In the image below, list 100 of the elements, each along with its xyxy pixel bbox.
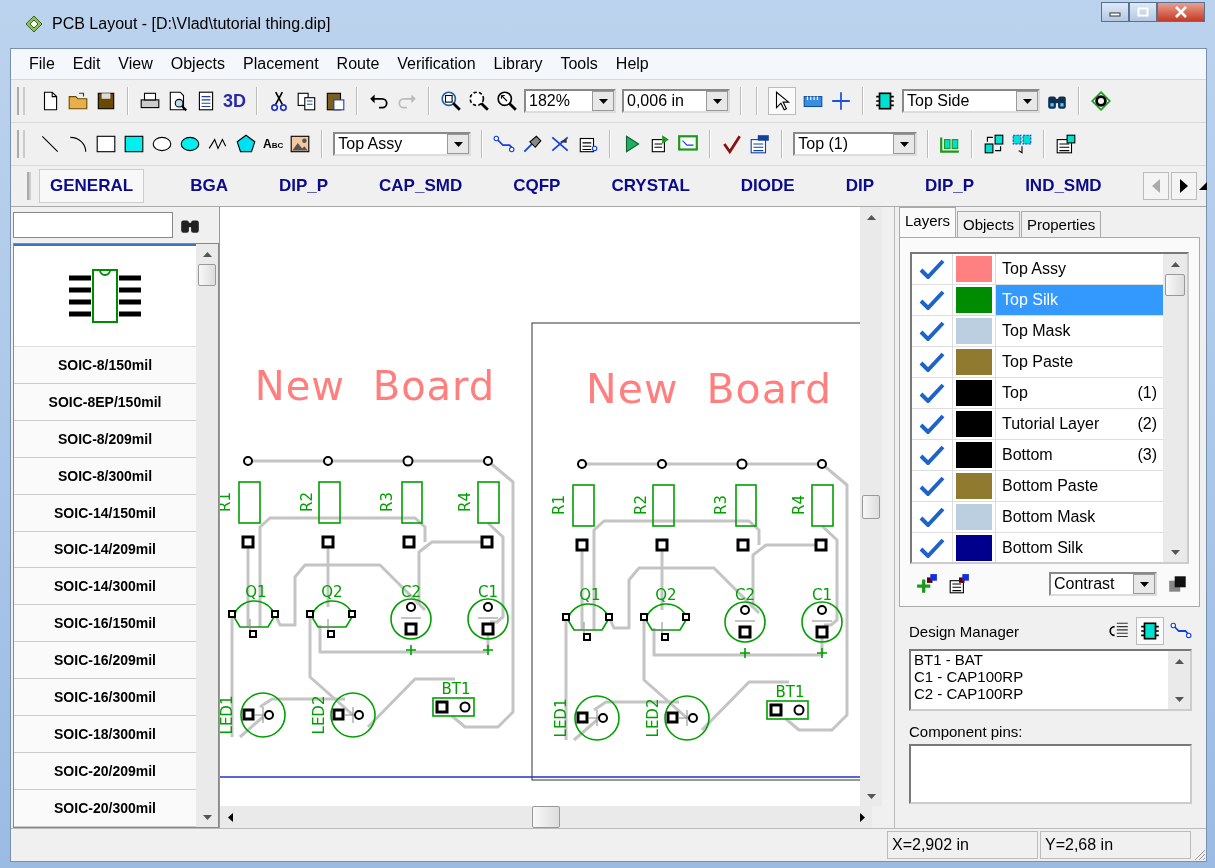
text-tool-button[interactable]: Abc (263, 137, 284, 151)
component-list-item[interactable]: SOIC-16/300mil (14, 679, 196, 717)
component-list-item[interactable]: SOIC-14/300mil (14, 568, 196, 606)
component-list-item[interactable]: SOIC-20/300mil (14, 790, 196, 827)
zoom-window-icon[interactable] (440, 90, 462, 112)
checkmark-icon[interactable] (919, 321, 945, 341)
folder-icon[interactable] (67, 90, 89, 112)
layer-color-swatch[interactable] (956, 256, 992, 282)
crosshair-icon[interactable] (830, 90, 852, 112)
scroll-thumb[interactable] (532, 806, 560, 828)
component-list-item[interactable]: SOIC-8EP/150mil (14, 383, 196, 421)
copy-icon[interactable] (296, 90, 318, 112)
rectangle-icon[interactable] (95, 133, 117, 155)
scroll-right-button[interactable] (1170, 172, 1197, 200)
scroll-down-icon[interactable] (1170, 549, 1180, 555)
scroll-up-icon[interactable] (202, 251, 212, 257)
checkmark-icon[interactable] (919, 383, 945, 403)
scrollbar[interactable] (196, 244, 218, 827)
menu-item[interactable]: Verification (389, 55, 484, 73)
checkmark-icon[interactable] (919, 507, 945, 527)
menu-item[interactable]: Objects (162, 55, 233, 73)
overlap-squares-icon[interactable] (1167, 573, 1189, 595)
chip-icon[interactable] (874, 90, 896, 112)
toolbar-grip[interactable] (17, 130, 25, 158)
layer-row[interactable]: Bottom Silk (996, 533, 1163, 562)
search-field[interactable] (13, 212, 173, 238)
checkmark-icon[interactable] (919, 259, 945, 279)
trace-icon[interactable] (493, 133, 516, 155)
component-list-item[interactable]: SOIC-16/209mil (14, 642, 196, 680)
components-view-button[interactable] (1136, 617, 1164, 645)
component-list-item[interactable]: SOIC-16/150mil (14, 605, 196, 643)
layer-row[interactable]: Tutorial Layer (2) (996, 409, 1163, 439)
pointer-tool-button[interactable] (768, 87, 796, 115)
layer-mode-dropdown[interactable]: Contrast (1049, 572, 1157, 596)
route-layer-dropdown[interactable]: Top (1) (793, 132, 918, 156)
scroll-left-icon[interactable] (227, 812, 233, 822)
panel-tab[interactable]: Layers (899, 207, 957, 237)
board-side-dropdown[interactable]: Top Side (902, 89, 1040, 113)
checkmark-icon[interactable] (919, 414, 945, 434)
layer-color-swatch[interactable] (956, 380, 992, 406)
clipboard-icon[interactable] (324, 90, 346, 112)
scroll-thumb[interactable] (862, 494, 880, 519)
design-list-item[interactable]: C2 - CAP100RP (914, 685, 1168, 702)
layer-row[interactable]: Bottom Mask (996, 502, 1163, 532)
minimize-button[interactable] (1101, 2, 1129, 22)
filled-rectangle-icon[interactable] (123, 133, 145, 155)
drc-report-icon[interactable] (749, 133, 772, 155)
design-list-item[interactable]: BT1 - BAT (914, 651, 1168, 668)
layer-list-icon[interactable] (948, 573, 970, 595)
print-preview-icon[interactable] (167, 90, 189, 112)
scroll-down-icon[interactable] (202, 814, 212, 820)
checkmark-icon[interactable] (919, 476, 945, 496)
component-list-item[interactable]: SOIC-20/209mil (14, 753, 196, 791)
scroll-up-icon[interactable] (1174, 658, 1184, 664)
route-edit-icon[interactable] (521, 133, 544, 155)
layer-row[interactable]: Top Assy (996, 254, 1163, 284)
menu-item[interactable]: Placement (235, 55, 327, 73)
zoom-dropdown[interactable]: 182% (524, 89, 616, 113)
3d-view-button[interactable]: 3D (223, 90, 246, 112)
grid-size-dropdown[interactable]: 0,006 in (622, 89, 730, 113)
scroll-down-icon[interactable] (1174, 696, 1184, 702)
component-list-item[interactable]: SOIC-8/209mil (14, 420, 196, 458)
component-list-icon[interactable] (1055, 133, 1078, 155)
toolbar-grip[interactable] (27, 172, 31, 200)
library-tab[interactable]: CRYSTAL (601, 170, 700, 202)
panel-tab[interactable]: Objects (957, 211, 1020, 237)
layer-color-swatch[interactable] (956, 287, 992, 313)
layer-row[interactable]: Top Paste (996, 347, 1163, 377)
menu-item[interactable]: Edit (64, 55, 109, 73)
scissors-icon[interactable] (268, 90, 290, 112)
menu-item[interactable]: Library (485, 55, 551, 73)
zoom-fit-icon[interactable] (468, 90, 490, 112)
add-layer-icon[interactable] (916, 573, 938, 595)
layer-color-swatch[interactable] (956, 349, 992, 375)
close-button[interactable] (1157, 2, 1205, 22)
library-tab[interactable]: DIP_P (268, 170, 339, 202)
library-tab[interactable]: CQFP (503, 170, 571, 202)
maximize-button[interactable] (1129, 2, 1157, 22)
library-tab[interactable]: DIODE (730, 170, 805, 202)
arrange-components-icon[interactable] (1011, 133, 1034, 155)
library-tab[interactable]: DIP (835, 170, 884, 202)
layer-row[interactable]: Top (1) (996, 378, 1163, 408)
line-icon[interactable] (39, 133, 61, 155)
layer-color-swatch[interactable] (956, 442, 992, 468)
menu-item[interactable]: Route (328, 55, 388, 73)
polygon-icon[interactable] (235, 133, 257, 155)
component-list-item[interactable]: SOIC-18/300mil (14, 716, 196, 754)
layer-row[interactable]: Bottom (3) (996, 440, 1163, 470)
menu-item[interactable]: Tools (552, 55, 606, 73)
menu-item[interactable]: View (110, 55, 161, 73)
toolbar-grip[interactable] (17, 87, 25, 115)
library-tab[interactable]: IND_SMD (1015, 170, 1112, 202)
layer-row[interactable]: Top Mask (996, 316, 1163, 346)
dropdown-arrow-icon[interactable] (1198, 182, 1207, 190)
scroll-up-icon[interactable] (866, 214, 876, 220)
scrollbar[interactable] (1168, 651, 1190, 709)
panel-tab[interactable]: Properties (1020, 211, 1102, 237)
checkmark-icon[interactable] (919, 538, 945, 558)
picture-icon[interactable] (289, 133, 312, 155)
component-list-item[interactable]: SOIC-8/300mil (14, 457, 196, 495)
